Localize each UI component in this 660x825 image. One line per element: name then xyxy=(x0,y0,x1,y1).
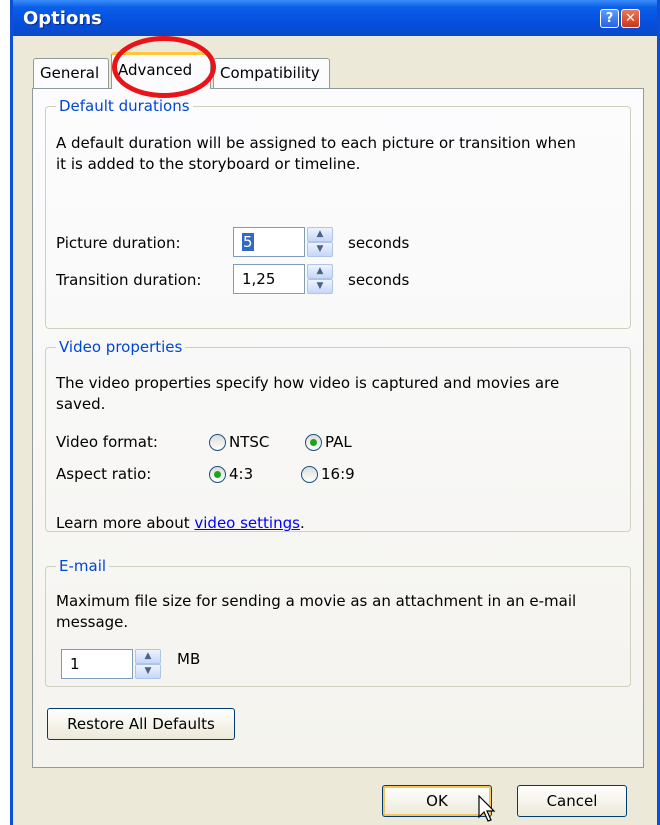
email-description-1: Maximum file size for sending a movie as… xyxy=(56,592,577,610)
radio-ntsc-label[interactable]: NTSC xyxy=(229,432,269,453)
learn-more-prefix: Learn more about xyxy=(56,514,195,532)
restore-defaults-button[interactable]: Restore All Defaults xyxy=(47,708,235,740)
radio-4-3-label[interactable]: 4:3 xyxy=(229,464,253,485)
tab-compatibility[interactable]: Compatibility xyxy=(213,58,330,88)
spin-up-icon[interactable]: ▲ xyxy=(307,227,333,242)
tab-compatibility-label: Compatibility xyxy=(220,64,320,82)
spin-down-icon[interactable]: ▼ xyxy=(135,664,161,679)
picture-duration-unit: seconds xyxy=(348,234,410,252)
radio-4-3[interactable] xyxy=(209,466,226,483)
transition-duration-value: 1,25 xyxy=(242,270,276,288)
options-dialog: Options ? ✕ General Advanced Compatibili… xyxy=(10,0,660,825)
email-description-2: message. xyxy=(56,613,129,631)
video-properties-legend: Video properties xyxy=(59,338,183,356)
annotation-circle xyxy=(112,36,216,98)
tab-general[interactable]: General xyxy=(33,58,109,88)
email-size-spinner[interactable]: ▲ ▼ xyxy=(135,649,161,679)
radio-16-9[interactable] xyxy=(301,466,318,483)
aspect-ratio-label: Aspect ratio: xyxy=(56,465,152,483)
email-size-unit: MB xyxy=(177,650,201,668)
email-size-input[interactable]: 1 xyxy=(61,649,133,679)
spin-down-icon[interactable]: ▼ xyxy=(307,242,333,257)
tab-general-label: General xyxy=(40,64,100,82)
window-title: Options xyxy=(23,8,102,29)
video-format-label: Video format: xyxy=(56,433,158,451)
video-properties-description-2: saved. xyxy=(56,395,106,413)
learn-more-text: Learn more about video settings. xyxy=(56,513,305,534)
radio-16-9-label[interactable]: 16:9 xyxy=(321,464,355,485)
help-button[interactable]: ? xyxy=(600,9,619,28)
picture-duration-spinner[interactable]: ▲ ▼ xyxy=(307,227,333,257)
close-button[interactable]: ✕ xyxy=(621,9,640,28)
picture-duration-input[interactable]: 5 xyxy=(233,227,305,257)
learn-more-suffix: . xyxy=(299,514,305,532)
spin-up-icon[interactable]: ▲ xyxy=(135,649,161,664)
video-properties-description-1: The video properties specify how video i… xyxy=(56,374,560,392)
transition-duration-label: Transition duration: xyxy=(56,271,202,289)
video-settings-link[interactable]: video settings xyxy=(194,514,300,532)
transition-duration-spinner[interactable]: ▲ ▼ xyxy=(307,264,333,294)
picture-duration-label: Picture duration: xyxy=(56,234,181,252)
advanced-tab-panel: Default durations A default duration wil… xyxy=(32,88,644,768)
transition-duration-unit: seconds xyxy=(348,271,410,289)
ok-button[interactable]: OK xyxy=(382,785,492,817)
email-legend: E-mail xyxy=(59,557,107,575)
default-durations-description-1: A default duration will be assigned to e… xyxy=(56,134,576,152)
picture-duration-value: 5 xyxy=(242,233,254,251)
default-durations-description-2: it is added to the storyboard or timelin… xyxy=(56,155,361,173)
email-size-value: 1 xyxy=(70,655,80,673)
default-durations-group: Default durations xyxy=(45,97,631,329)
transition-duration-input[interactable]: 1,25 xyxy=(233,264,305,294)
default-durations-legend: Default durations xyxy=(59,97,190,115)
mouse-cursor-icon xyxy=(478,795,496,822)
help-icon: ? xyxy=(605,11,614,26)
radio-ntsc[interactable] xyxy=(209,434,226,451)
cancel-button[interactable]: Cancel xyxy=(517,785,627,817)
title-bar[interactable]: Options ? ✕ xyxy=(13,0,657,36)
radio-pal-label[interactable]: PAL xyxy=(325,432,352,453)
spin-down-icon[interactable]: ▼ xyxy=(307,279,333,294)
radio-pal[interactable] xyxy=(305,434,322,451)
spin-up-icon[interactable]: ▲ xyxy=(307,264,333,279)
close-icon: ✕ xyxy=(625,11,636,26)
